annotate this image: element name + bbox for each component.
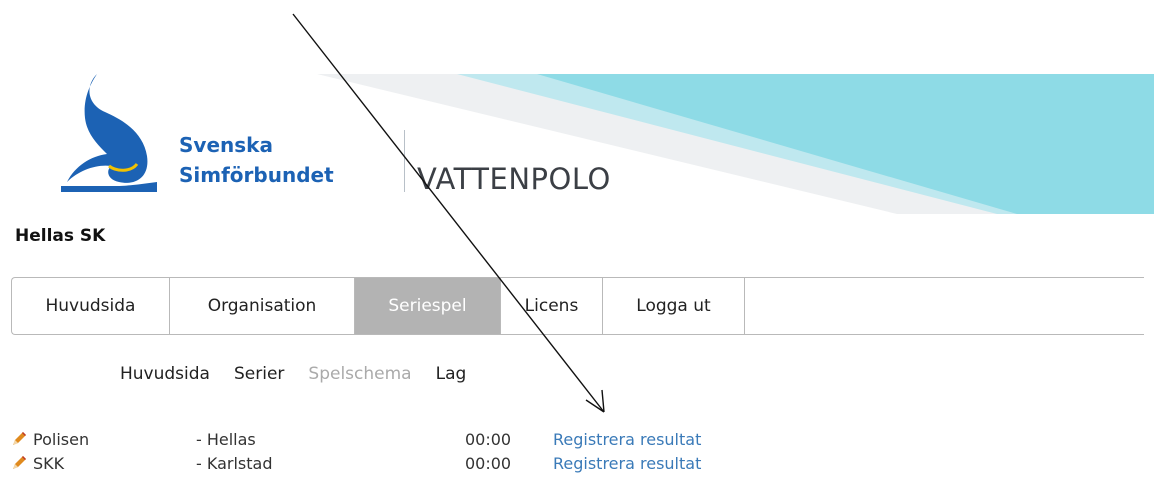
brand-title: VATTENPOLO — [417, 162, 611, 196]
away-team: - Karlstad — [196, 454, 273, 473]
home-team: Polisen — [33, 430, 90, 449]
pencil-icon[interactable] — [10, 454, 28, 472]
page: Svenska Simförbundet VATTENPOLO Hellas S… — [0, 0, 1154, 498]
org-name: Svenska Simförbundet — [179, 130, 334, 190]
tab-organisation[interactable]: Organisation — [170, 278, 355, 334]
tab-logga-ut[interactable]: Logga ut — [603, 278, 745, 334]
tab-licens[interactable]: Licens — [501, 278, 603, 334]
org-name-line1: Svenska — [179, 133, 273, 157]
match-time: 00:00 — [465, 430, 512, 449]
subnav-lag[interactable]: Lag — [436, 364, 467, 384]
tab-huvudsida[interactable]: Huvudsida — [12, 278, 170, 334]
brand-divider — [404, 130, 405, 192]
club-name: Hellas SK — [15, 226, 106, 246]
sub-navigation: Huvudsida Serier Spelschema Lag — [120, 364, 466, 384]
register-result-link[interactable]: Registrera resultat — [553, 430, 701, 449]
subnav-huvudsida[interactable]: Huvudsida — [120, 364, 210, 384]
tab-seriespel[interactable]: Seriespel — [355, 278, 501, 334]
match-row: SKK - Karlstad 00:00 Registrera resultat — [10, 452, 910, 476]
match-row: Polisen - Hellas 00:00 Registrera result… — [10, 428, 910, 452]
org-name-line2: Simförbundet — [179, 163, 334, 187]
simforbundet-logo-icon — [61, 74, 157, 192]
main-tabbar: Huvudsida Organisation Seriespel Licens … — [11, 277, 1144, 335]
register-result-link[interactable]: Registrera resultat — [553, 454, 701, 473]
match-list: Polisen - Hellas 00:00 Registrera result… — [10, 428, 910, 476]
match-time: 00:00 — [465, 454, 512, 473]
subnav-serier[interactable]: Serier — [234, 364, 284, 384]
site-banner: Svenska Simförbundet VATTENPOLO — [17, 74, 1154, 214]
pencil-icon[interactable] — [10, 430, 28, 448]
away-team: - Hellas — [196, 430, 256, 449]
home-team: SKK — [33, 454, 65, 473]
subnav-spelschema: Spelschema — [308, 364, 412, 384]
